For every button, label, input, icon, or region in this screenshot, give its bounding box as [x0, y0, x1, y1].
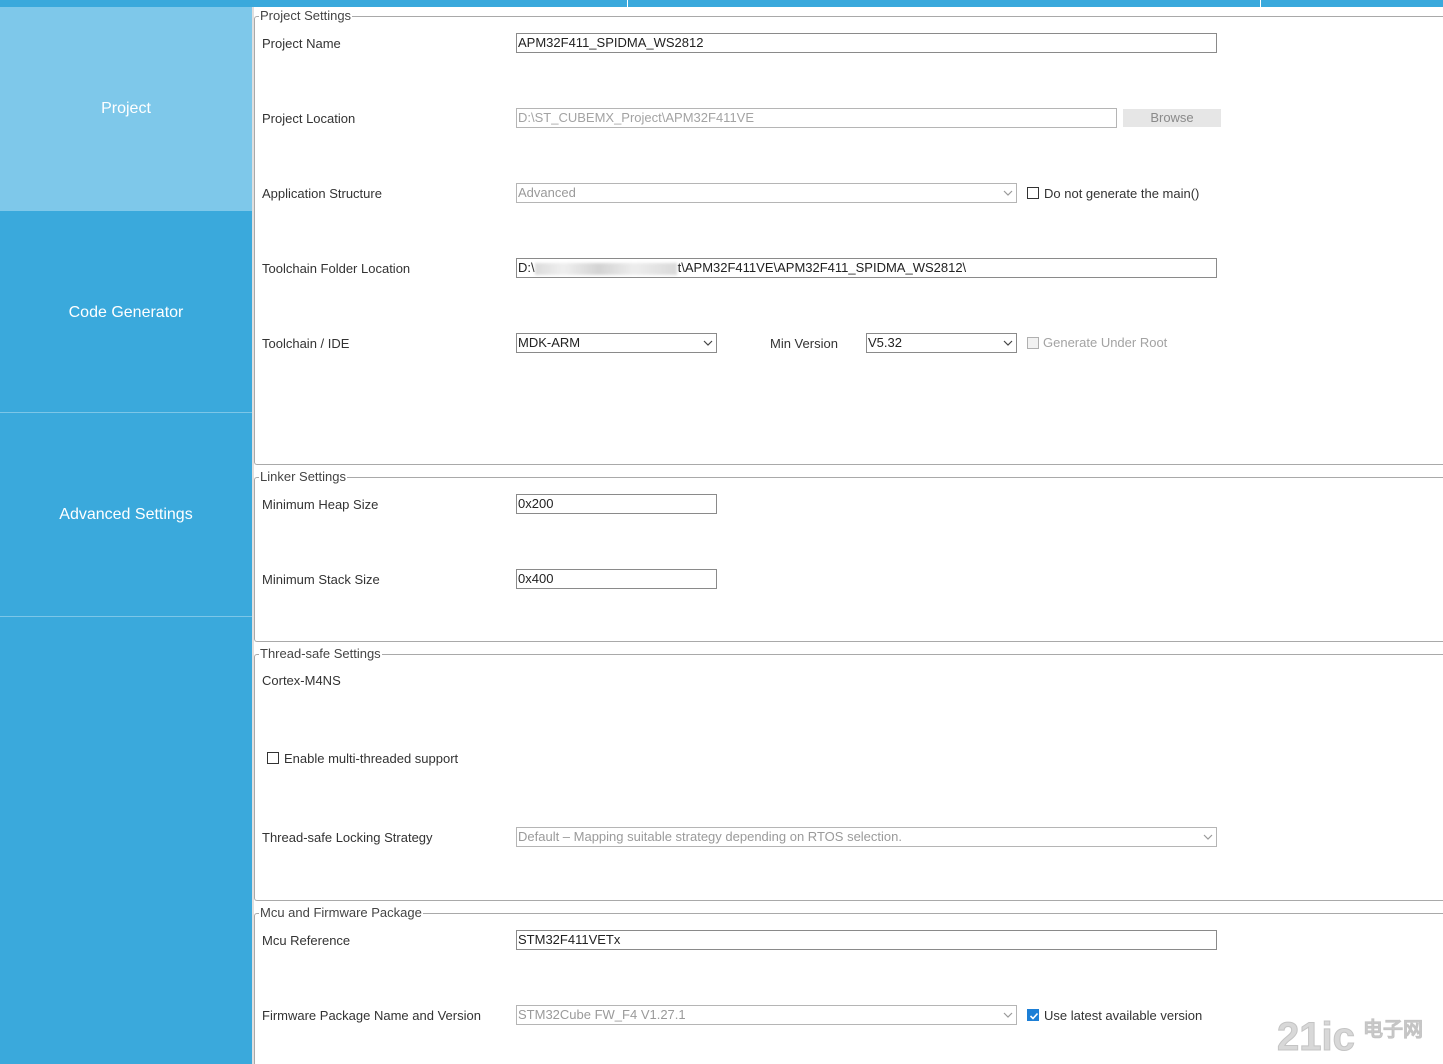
firmware-package-value: STM32Cube FW_F4 V1.27.1	[518, 1007, 686, 1022]
min-version-select[interactable]: V5.32	[866, 333, 1017, 353]
project-location-label: Project Location	[262, 111, 356, 126]
chevron-down-icon	[703, 340, 713, 346]
toolchain-ide-label: Toolchain / IDE	[262, 336, 350, 351]
project-settings-title: Project Settings	[259, 8, 353, 23]
min-heap-label: Minimum Heap Size	[262, 497, 379, 512]
project-name-label: Project Name	[262, 36, 341, 51]
top-bar	[0, 0, 1443, 7]
sidebar-item-label: Advanced Settings	[59, 506, 193, 523]
sidebar-item-label: Code Generator	[68, 304, 184, 321]
svg-text:21ic: 21ic	[1277, 1015, 1355, 1059]
thread-safe-settings-group	[254, 654, 1443, 901]
toolchain-folder-label: Toolchain Folder Location	[262, 261, 411, 276]
generate-under-root-label: Generate Under Root	[1043, 335, 1168, 350]
toolchain-folder-value: t\APM32F411VE\APM32F411_SPIDMA_WS2812\	[677, 260, 967, 275]
mcu-reference-input[interactable]: STM32F411VETx	[516, 930, 1217, 950]
use-latest-version-label: Use latest available version	[1044, 1008, 1203, 1023]
top-bar-divider	[1260, 0, 1261, 7]
application-structure-value: Advanced	[518, 185, 576, 200]
svg-text:电子网: 电子网	[1363, 1017, 1423, 1041]
project-settings-group	[254, 16, 1443, 465]
application-structure-select[interactable]: Advanced	[516, 183, 1017, 203]
toolchain-folder-input[interactable]: D:\ t\APM32F411VE\APM32F411_SPIDMA_WS2812…	[516, 258, 1217, 278]
min-stack-label: Minimum Stack Size	[262, 572, 380, 587]
application-structure-label: Application Structure	[262, 186, 382, 201]
min-version-value: V5.32	[868, 335, 902, 350]
firmware-package-select[interactable]: STM32Cube FW_F4 V1.27.1	[516, 1005, 1017, 1025]
project-name-input[interactable]: APM32F411_SPIDMA_WS2812	[516, 33, 1217, 53]
chevron-down-icon	[1003, 1012, 1013, 1018]
sidebar-item-project[interactable]: Project	[0, 7, 252, 211]
chevron-down-icon	[1003, 190, 1013, 196]
multi-thread-label: Enable multi-threaded support	[284, 751, 459, 766]
sidebar-item-label: Project	[101, 100, 151, 117]
top-bar-divider	[627, 0, 628, 7]
locking-strategy-label: Thread-safe Locking Strategy	[262, 830, 433, 845]
toolchain-ide-select[interactable]: MDK-ARM	[516, 333, 717, 353]
chevron-down-icon	[1203, 834, 1213, 840]
project-location-input[interactable]: D:\ST_CUBEMX_Project\APM32F411VE	[516, 108, 1117, 128]
checkmark-icon	[1029, 1012, 1039, 1020]
min-heap-input[interactable]: 0x200	[516, 494, 717, 514]
do-not-generate-main-checkbox[interactable]	[1027, 187, 1039, 199]
do-not-generate-main-label: Do not generate the main()	[1044, 186, 1200, 201]
toolchain-ide-value: MDK-ARM	[518, 335, 581, 350]
locking-strategy-value: Default – Mapping suitable strategy depe…	[518, 829, 902, 844]
linker-settings-group	[254, 477, 1443, 642]
browse-button[interactable]: Browse	[1123, 109, 1221, 127]
generate-under-root-checkbox[interactable]	[1027, 337, 1039, 349]
sidebar-item-code-generator[interactable]: Code Generator	[0, 211, 252, 415]
sidebar-divider	[0, 616, 252, 617]
chevron-down-icon	[1003, 340, 1013, 346]
use-latest-version-checkbox[interactable]	[1027, 1009, 1039, 1021]
sidebar-item-advanced-settings[interactable]: Advanced Settings	[0, 413, 252, 617]
min-version-label: Min Version	[770, 336, 838, 351]
sidebar: Project Code Generator Advanced Settings	[0, 7, 252, 1064]
toolchain-folder-prefix: D:\	[518, 260, 535, 275]
redacted-path	[534, 262, 677, 275]
firmware-package-label: Firmware Package Name and Version	[262, 1008, 481, 1023]
mcu-reference-label: Mcu Reference	[262, 933, 351, 948]
min-stack-input[interactable]: 0x400	[516, 569, 717, 589]
multi-thread-checkbox[interactable]	[267, 752, 279, 764]
thread-safe-settings-title: Thread-safe Settings	[259, 646, 382, 661]
core-label: Cortex-M4NS	[262, 673, 341, 688]
mcu-firmware-title: Mcu and Firmware Package	[259, 905, 423, 920]
watermark-logo: 21ic 电子网	[1277, 1015, 1423, 1060]
locking-strategy-select[interactable]: Default – Mapping suitable strategy depe…	[516, 827, 1217, 847]
linker-settings-title: Linker Settings	[259, 469, 347, 484]
